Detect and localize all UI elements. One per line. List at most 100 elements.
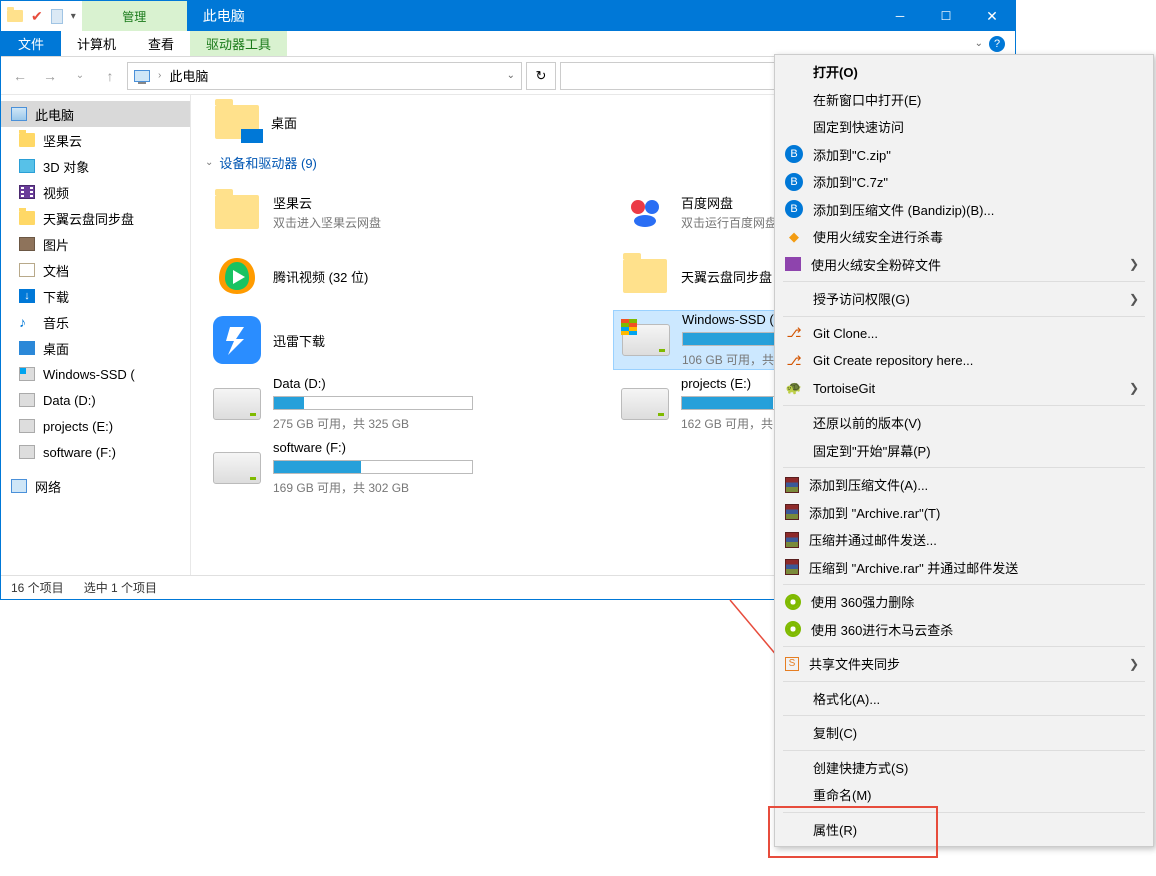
rar-icon — [785, 532, 799, 548]
sidebar-item[interactable]: software (F:) — [1, 439, 190, 465]
drive-item[interactable]: software (F:)169 GB 可用，共 302 GB — [205, 438, 515, 498]
menu-item[interactable]: 压缩并通过邮件发送... — [775, 526, 1153, 554]
menu-item-label: 还原以前的版本(V) — [813, 413, 1139, 432]
menu-item-label: 添加到压缩文件(A)... — [809, 475, 1139, 494]
sidebar-network[interactable]: 网络 — [1, 473, 190, 499]
rar-icon — [785, 504, 799, 520]
menu-item[interactable]: ⎇Git Clone... — [775, 320, 1153, 348]
tab-drive-tools[interactable]: 驱动器工具 — [190, 31, 287, 56]
submenu-arrow-icon: ❯ — [1129, 292, 1139, 306]
menu-item[interactable]: 在新窗口中打开(E) — [775, 86, 1153, 114]
q360-icon — [785, 621, 801, 637]
sidebar-item[interactable]: Data (D:) — [1, 387, 190, 413]
menu-item[interactable]: 压缩到 "Archive.rar" 并通过邮件发送 — [775, 554, 1153, 582]
menu-divider — [783, 750, 1145, 751]
sidebar-item-label: 下载 — [43, 287, 69, 306]
tab-computer[interactable]: 计算机 — [61, 31, 132, 56]
menu-item[interactable]: 添加到 "Archive.rar"(T) — [775, 499, 1153, 527]
menu-item-label: 使用 360强力删除 — [811, 592, 1139, 611]
address-dropdown-icon[interactable]: ⌄ — [507, 70, 515, 81]
sidebar-item[interactable]: 桌面 — [1, 335, 190, 361]
page-icon[interactable] — [51, 9, 63, 24]
menu-item[interactable]: S共享文件夹同步❯ — [775, 650, 1153, 678]
tab-view[interactable]: 查看 — [132, 31, 190, 56]
breadcrumb-location[interactable]: 此电脑 — [169, 66, 208, 85]
q360-icon — [785, 594, 801, 610]
menu-divider — [783, 316, 1145, 317]
status-item-count: 16 个项目 — [11, 579, 64, 596]
sidebar-item-label: 文档 — [43, 261, 69, 280]
menu-item[interactable]: 格式化(A)... — [775, 685, 1153, 713]
sidebar-item[interactable]: 3D 对象 — [1, 153, 190, 179]
menu-divider — [783, 584, 1145, 585]
sidebar-item-icon — [19, 237, 35, 251]
menu-item[interactable]: 固定到"开始"屏幕(P) — [775, 437, 1153, 465]
item-title: 坚果云 — [273, 193, 381, 212]
sidebar-item[interactable]: ↓下载 — [1, 283, 190, 309]
menu-item[interactable]: B添加到压缩文件 (Bandizip)(B)... — [775, 196, 1153, 224]
sidebar-item[interactable]: 视频 — [1, 179, 190, 205]
sidebar-item-icon — [19, 393, 35, 407]
menu-item[interactable]: 重命名(M) — [775, 781, 1153, 809]
sidebar-item-icon — [19, 263, 35, 277]
menu-item-label: 添加到压缩文件 (Bandizip)(B)... — [813, 200, 1139, 219]
checkmark-icon[interactable]: ✔ — [31, 8, 43, 25]
xunlei-icon — [213, 316, 261, 364]
sidebar-item[interactable]: 天翼云盘同步盘 — [1, 205, 190, 231]
fire-icon: ◆ — [785, 228, 803, 246]
context-menu[interactable]: 打开(O)在新窗口中打开(E)固定到快速访问B添加到"C.zip"B添加到"C.… — [774, 54, 1154, 847]
menu-item[interactable]: 🐢TortoiseGit❯ — [775, 375, 1153, 403]
menu-item[interactable]: 属性(R) — [775, 816, 1153, 844]
back-button[interactable]: ← — [7, 63, 33, 89]
folder-item[interactable]: 迅雷下载 — [205, 310, 515, 370]
item-title: 迅雷下载 — [273, 331, 325, 350]
contextual-tab-label: 管理 — [82, 1, 187, 31]
menu-divider — [783, 281, 1145, 282]
menu-item[interactable]: 使用 360进行木马云查杀 — [775, 616, 1153, 644]
menu-item[interactable]: ⎇Git Create repository here... — [775, 347, 1153, 375]
drive-icon — [621, 380, 669, 428]
sidebar-item[interactable]: Windows-SSD ( — [1, 361, 190, 387]
drive-item[interactable]: Data (D:)275 GB 可用，共 325 GB — [205, 374, 515, 434]
menu-item[interactable]: ◆使用火绒安全进行杀毒 — [775, 223, 1153, 251]
menu-item[interactable]: 使用火绒安全粉碎文件❯ — [775, 251, 1153, 279]
menu-item[interactable]: B添加到"C.zip" — [775, 141, 1153, 169]
refresh-button[interactable]: ↻ — [526, 62, 556, 90]
address-bar[interactable]: › 此电脑 ⌄ — [127, 62, 522, 90]
menu-item[interactable]: B添加到"C.7z" — [775, 168, 1153, 196]
menu-item[interactable]: 打开(O) — [775, 58, 1153, 86]
menu-item[interactable]: 创建快捷方式(S) — [775, 754, 1153, 782]
capacity-bar — [273, 460, 473, 474]
menu-item-label: 压缩到 "Archive.rar" 并通过邮件发送 — [809, 558, 1139, 577]
sidebar-item[interactable]: 坚果云 — [1, 127, 190, 153]
close-button[interactable]: ✕ — [969, 1, 1015, 31]
sidebar-this-pc[interactable]: 此电脑 — [1, 101, 190, 127]
sidebar-item-label: 桌面 — [43, 339, 69, 358]
forward-button[interactable]: → — [37, 63, 63, 89]
menu-item-label: 属性(R) — [813, 820, 1139, 839]
navigation-pane[interactable]: 此电脑 坚果云3D 对象视频天翼云盘同步盘图片文档 ↓下载♪音乐桌面 Windows… — [1, 95, 191, 575]
menu-item[interactable]: 使用 360强力删除 — [775, 588, 1153, 616]
menu-item[interactable]: 还原以前的版本(V) — [775, 409, 1153, 437]
help-icon[interactable]: ? — [989, 36, 1005, 52]
folder-item[interactable]: 坚果云双击进入坚果云网盘 — [205, 182, 515, 242]
sidebar-item[interactable]: 图片 — [1, 231, 190, 257]
maximize-button[interactable]: ☐ — [923, 1, 969, 31]
history-dropdown[interactable]: ⌄ — [67, 63, 93, 89]
collapse-ribbon-icon[interactable]: ⌄ — [975, 38, 983, 49]
minimize-button[interactable]: ─ — [877, 1, 923, 31]
menu-item[interactable]: 固定到快速访问 — [775, 113, 1153, 141]
menu-item[interactable]: 复制(C) — [775, 719, 1153, 747]
sidebar-label: 网络 — [35, 477, 61, 496]
sidebar-item[interactable]: ♪音乐 — [1, 309, 190, 335]
folder-item[interactable]: 腾讯视频 (32 位) — [205, 246, 515, 306]
tab-file[interactable]: 文件 — [1, 31, 61, 56]
menu-item[interactable]: 授予访问权限(G)❯ — [775, 285, 1153, 313]
sidebar-item-icon — [19, 367, 35, 381]
sidebar-item[interactable]: 文档 — [1, 257, 190, 283]
qat-overflow-icon[interactable]: ▾ — [71, 11, 76, 22]
menu-item[interactable]: 添加到压缩文件(A)... — [775, 471, 1153, 499]
submenu-arrow-icon: ❯ — [1129, 381, 1139, 395]
sidebar-item[interactable]: projects (E:) — [1, 413, 190, 439]
up-button[interactable]: ↑ — [97, 63, 123, 89]
